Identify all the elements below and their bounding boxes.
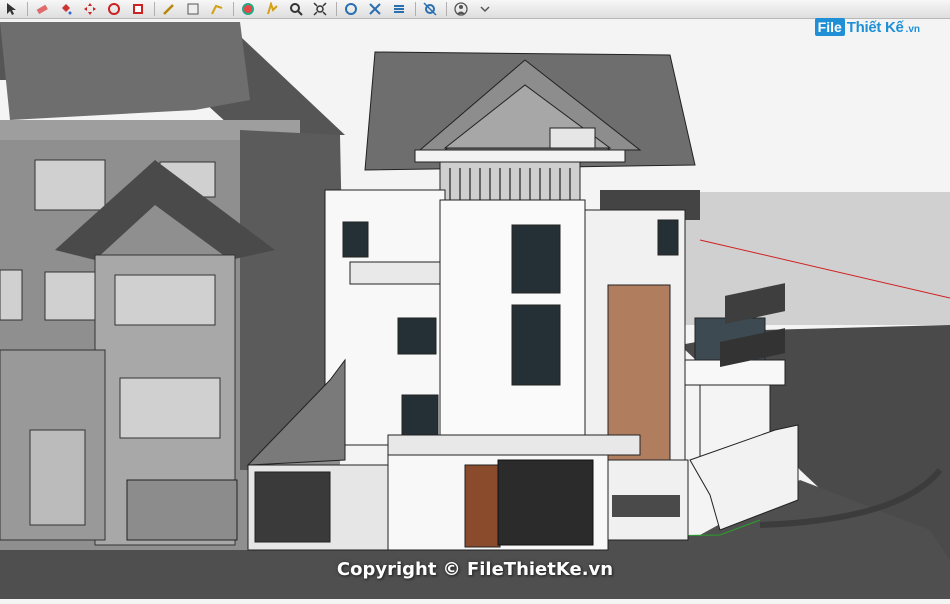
axes-icon[interactable]	[364, 1, 386, 17]
copyright-watermark: Copyright © FileThietKe.vn	[336, 559, 614, 580]
neighbor-window	[119, 377, 221, 439]
toolbar-separator	[27, 2, 28, 16]
canopy	[387, 434, 641, 456]
pan-icon[interactable]	[261, 1, 283, 17]
left-window	[342, 221, 369, 258]
neighbor-roof-front	[0, 22, 250, 120]
center-window	[511, 304, 561, 386]
tape-measure-icon[interactable]	[388, 1, 410, 17]
paint-bucket-icon[interactable]	[55, 1, 77, 17]
right-window	[657, 219, 679, 256]
center-window	[511, 224, 561, 294]
follow-me-icon[interactable]	[182, 1, 204, 17]
toolbar-separator	[233, 2, 234, 16]
filethietke-logo: File Thiết Kế .vn	[814, 18, 920, 36]
walk-icon[interactable]	[450, 1, 472, 17]
push-pull-icon[interactable]	[158, 1, 180, 17]
neighbor-garage	[126, 479, 238, 541]
select-icon[interactable]	[0, 1, 22, 17]
offset-icon[interactable]	[206, 1, 228, 17]
wood-door-panel	[464, 464, 501, 548]
toolbar-separator	[446, 2, 447, 16]
model-viewport[interactable]	[0, 19, 950, 599]
neighbor-window	[0, 269, 23, 321]
left-window	[397, 317, 437, 355]
protractor-icon[interactable]	[419, 1, 441, 17]
look-around-icon[interactable]	[474, 1, 496, 17]
scene[interactable]	[0, 19, 950, 599]
neighbor-window	[44, 271, 96, 321]
cornice	[414, 149, 626, 163]
brick-panel	[607, 284, 671, 461]
fence-grille	[254, 471, 331, 543]
toolbar-separator	[154, 2, 155, 16]
zoom-extents-icon[interactable]	[309, 1, 331, 17]
house-number-plate	[612, 495, 680, 517]
logo-suffix: .vn	[905, 23, 920, 35]
orbit-icon[interactable]	[237, 1, 259, 17]
logo-text: Thiết Kế	[846, 18, 904, 36]
logo-box: File	[814, 18, 845, 36]
move-icon[interactable]	[79, 1, 101, 17]
toolbar	[0, 0, 950, 19]
neighbor-door	[29, 429, 86, 526]
scale-icon[interactable]	[127, 1, 149, 17]
balcony-ledge	[349, 261, 441, 285]
toolbar-separator	[336, 2, 337, 16]
main-gate	[497, 459, 594, 546]
rotate-icon[interactable]	[103, 1, 125, 17]
attic-window	[549, 127, 596, 149]
zoom-icon[interactable]	[285, 1, 307, 17]
section-plane-icon[interactable]	[340, 1, 362, 17]
neighbor-window	[34, 159, 106, 211]
toolbar-separator	[415, 2, 416, 16]
neighbor-window	[114, 274, 216, 326]
eraser-icon[interactable]	[31, 1, 53, 17]
left-window	[401, 394, 439, 441]
